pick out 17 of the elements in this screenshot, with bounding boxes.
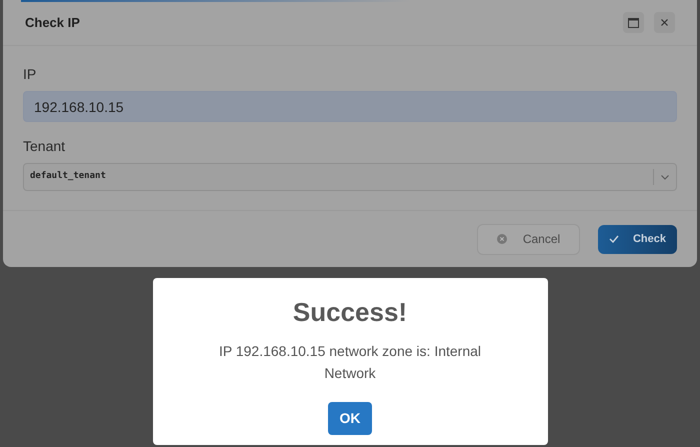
cancel-icon <box>496 234 507 244</box>
alert-message: IP 192.168.10.15 network zone is: Internal Network <box>218 342 482 383</box>
ok-button[interactable]: OK <box>328 402 372 435</box>
field-label: Tenant <box>23 137 66 156</box>
dialog-title: Check IP <box>25 14 80 32</box>
field-label: IP <box>23 65 38 84</box>
maximize-button[interactable] <box>623 12 644 33</box>
cancel-button[interactable]: Cancel <box>477 224 580 254</box>
tenant-select[interactable]: default_tenant <box>23 163 677 191</box>
close-button[interactable] <box>654 12 675 33</box>
close-icon <box>661 19 668 26</box>
check-button[interactable]: Check <box>598 224 677 254</box>
checkmark-icon <box>608 235 619 243</box>
maximize-icon <box>628 18 639 28</box>
chevron-down-icon <box>661 174 669 180</box>
ip-input-field[interactable]: 192.168.10.15 <box>23 91 677 122</box>
alert-title: Success! <box>292 296 408 329</box>
